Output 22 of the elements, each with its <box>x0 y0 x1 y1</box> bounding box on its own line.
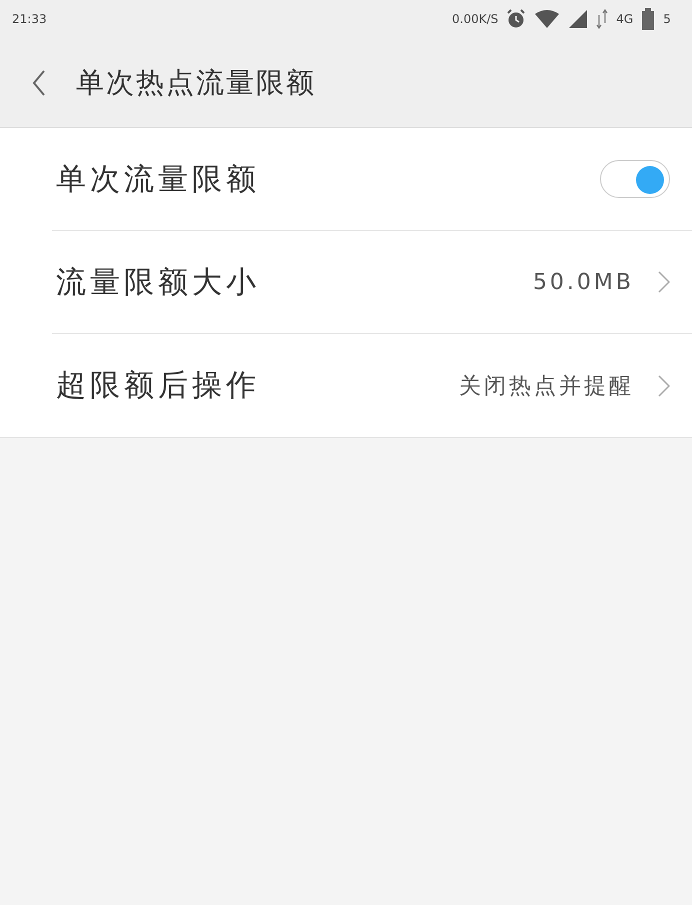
data-arrows-icon <box>596 9 608 29</box>
settings-row[interactable]: 超限额后操作 关闭热点并提醒 <box>52 334 692 437</box>
alarm-clock-icon <box>506 9 526 29</box>
settings-row[interactable]: 单次流量限额 <box>52 128 692 231</box>
back-icon[interactable] <box>32 70 46 96</box>
battery-icon <box>641 8 656 30</box>
setting-value: 关闭热点并提醒 <box>459 372 634 400</box>
toggle-switch[interactable] <box>600 160 670 198</box>
settings-row[interactable]: 流量限额大小 50.0MB <box>52 231 692 334</box>
page-title: 单次热点流量限额 <box>76 64 316 100</box>
battery-percent: 5 <box>663 12 672 26</box>
wifi-icon <box>534 9 560 29</box>
setting-value: 50.0MB <box>532 270 634 294</box>
chevron-icon <box>658 374 670 396</box>
setting-label: 流量限额大小 <box>55 264 260 302</box>
status-time: 21:33 <box>12 12 47 26</box>
signal-icon <box>568 9 588 29</box>
network-type: 4G <box>616 12 634 26</box>
network-speed: 0.00K/S <box>452 12 498 26</box>
setting-label: 超限额后操作 <box>55 367 260 405</box>
chevron-icon <box>658 271 670 293</box>
setting-label: 单次流量限额 <box>55 160 260 198</box>
